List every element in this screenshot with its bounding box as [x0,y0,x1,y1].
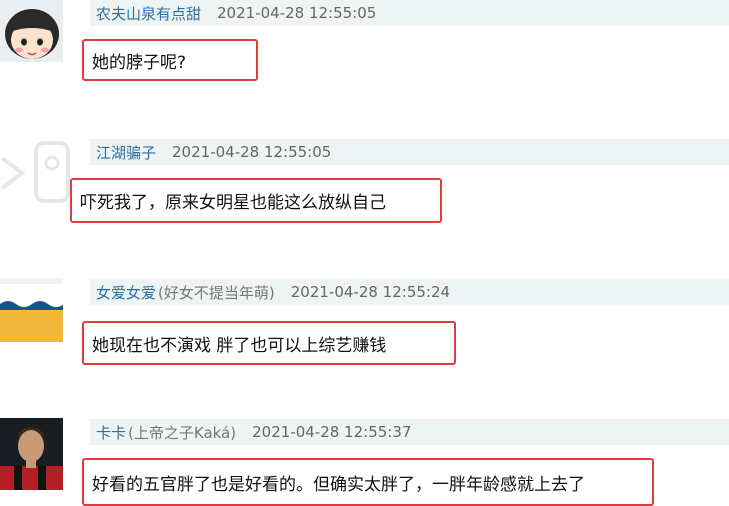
comment-text: 她现在也不演戏 胖了也可以上综艺赚钱 [82,321,456,365]
comment-header: 江湖骗子 2021-04-28 12:55:05 [90,139,729,165]
comment-username[interactable]: 女爱女爱 [96,282,156,303]
comment-header: 卡卡 (上帝之子Kaká) 2021-04-28 12:55:37 [90,419,729,445]
comment-text: 她的脖子呢? [82,39,258,81]
beach-avatar-icon[interactable] [0,278,63,342]
comment-username[interactable]: 卡卡 [96,422,126,443]
comment-text: 好看的五官胖了也是好看的。但确实太胖了，一胖年龄感就上去了 [82,458,654,506]
comment-timestamp: 2021-04-28 12:55:05 [217,4,377,22]
comment-header: 农夫山泉有点甜 2021-04-28 12:55:05 [90,0,729,26]
default-avatar-icon[interactable] [0,138,70,208]
football-player-avatar-icon[interactable] [0,418,63,490]
comment-timestamp: 2021-04-28 12:55:37 [252,423,412,441]
comment-alias: (上帝之子Kaká) [128,423,237,442]
comment-text: 吓死我了，原来女明星也能这么放纵自己 [70,178,442,223]
cartoon-girl-icon[interactable] [0,0,63,62]
comment-username[interactable]: 农夫山泉有点甜 [96,3,201,24]
comment-timestamp: 2021-04-28 12:55:24 [290,283,451,301]
comment-alias: (好女不提当年萌) [158,283,275,302]
comment-username[interactable]: 江湖骗子 [96,142,156,163]
comment-timestamp: 2021-04-28 12:55:05 [172,143,332,161]
comment-header: 女爱女爱 (好女不提当年萌) 2021-04-28 12:55:24 [90,279,729,305]
